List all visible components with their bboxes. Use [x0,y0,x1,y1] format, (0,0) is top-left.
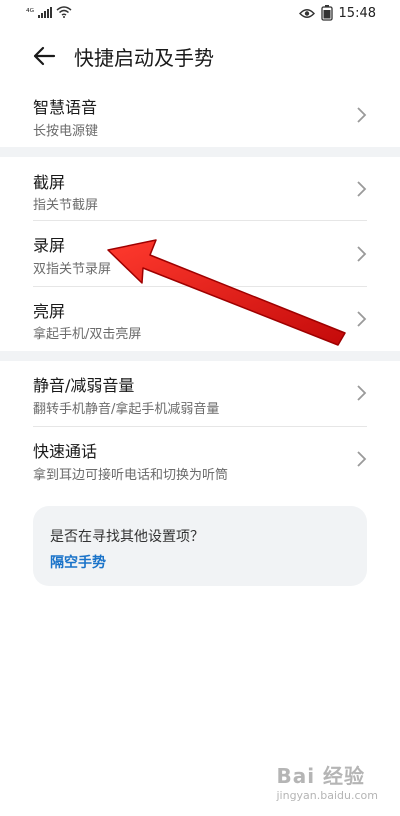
settings-item-wake-screen[interactable]: 亮屏 拿起手机/双击亮屏 [0,288,400,350]
air-gesture-link[interactable]: 隔空手势 [50,552,106,572]
status-time: 15:48 [338,5,376,21]
settings-item-subtitle: 双指关节录屏 [33,262,112,277]
header: 快捷启动及手势 [0,32,400,80]
settings-item-title: 亮屏 [33,302,66,321]
settings-item-quick-call[interactable]: 快速通话 拿到耳边可接听电话和切换为听筒 [0,428,400,490]
suggestion-card: 是否在寻找其他设置项？ 隔空手势 [33,506,367,586]
status-bar: ⁴ᴳ 15:48 [0,0,400,28]
settings-item-subtitle: 长按电源键 [33,124,99,139]
settings-item-subtitle: 翻转手机静音/拿起手机减弱音量 [33,402,220,417]
chevron-right-icon [357,246,367,262]
settings-item-title: 智慧语音 [33,98,98,117]
chevron-right-icon [357,311,367,327]
page-title: 快捷启动及手势 [74,46,214,70]
settings-item-subtitle: 指关节截屏 [33,198,99,213]
watermark-main: Bai 经验 [276,764,366,788]
chevron-right-icon [357,385,367,401]
chevron-right-icon [357,181,367,197]
chevron-right-icon [357,107,367,123]
settings-item-screenshot[interactable]: 截屏 指关节截屏 [0,160,400,220]
settings-item-subtitle: 拿起手机/双击亮屏 [33,327,142,342]
status-left: ⁴ᴳ [26,6,72,18]
settings-item-mute-volume[interactable]: 静音/减弱音量 翻转手机静音/拿起手机减弱音量 [0,364,400,426]
suggestion-question: 是否在寻找其他设置项？ [50,529,204,545]
back-arrow-icon[interactable] [30,42,58,70]
eye-comfort-icon [298,8,315,18]
section-divider [0,351,400,361]
settings-item-screen-record[interactable]: 录屏 双指关节录屏 [0,222,400,286]
row-divider [33,220,367,221]
settings-item-title: 快速通话 [33,442,98,461]
settings-item-title: 录屏 [33,236,66,255]
wifi-icon [56,6,72,18]
chevron-right-icon [357,451,367,467]
settings-item-title: 静音/减弱音量 [33,376,135,395]
row-divider [33,286,367,287]
baidu-watermark: Bai 经验 jingyan.baidu.com [276,760,378,802]
watermark-url: jingyan.baidu.com [276,789,378,802]
settings-item-smart-voice[interactable]: 智慧语音 长按电源键 [0,86,400,146]
network-type-label: ⁴ᴳ [26,8,34,18]
settings-item-title: 截屏 [33,173,66,192]
section-divider [0,147,400,157]
row-divider [33,426,367,427]
status-right: 15:48 [298,5,376,21]
battery-icon [320,5,333,21]
settings-item-subtitle: 拿到耳边可接听电话和切换为听筒 [33,468,229,483]
signal-icon [38,7,52,18]
